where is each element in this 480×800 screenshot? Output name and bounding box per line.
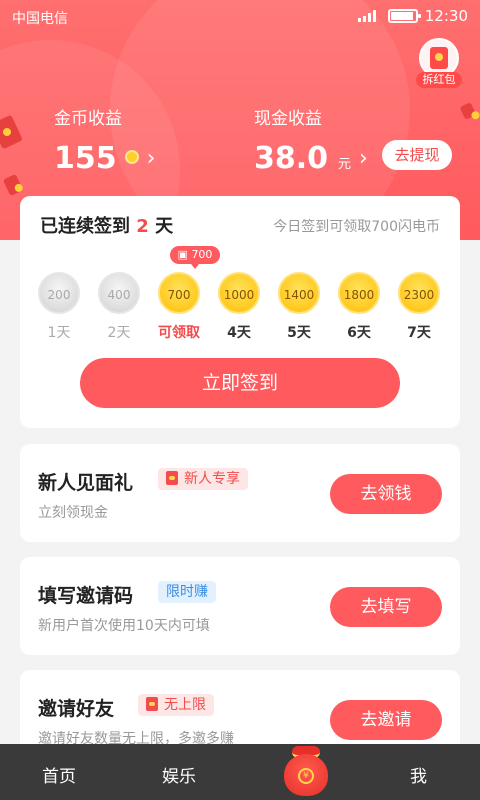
carrier-label: 中国电信 [12, 11, 68, 27]
coin-icon: 400 [98, 272, 140, 314]
checkin-button[interactable]: 立即签到 [80, 358, 400, 408]
bottom-tab-bar: 首页 娱乐 ¥ 我 [0, 744, 480, 800]
signin-day-label: 7天 [407, 325, 431, 341]
task-newcomer-gift: 新人见面礼 新人专享 立刻领现金 去领钱 [20, 444, 460, 542]
cash-unit: 元 [338, 157, 352, 172]
coin-icon: 200 [38, 272, 80, 314]
today-reward-badge: ▣ 700 [170, 246, 220, 269]
invite-friends-button[interactable]: 去邀请 [330, 700, 442, 740]
withdraw-button[interactable]: 去提现 [382, 140, 452, 170]
chevron-right-icon: › [146, 146, 156, 171]
status-bar: 中国电信 12:30 [0, 0, 480, 34]
task-tag: 新人专享 [158, 468, 248, 490]
battery-icon [388, 9, 421, 23]
tab-entertainment[interactable]: 娱乐 [162, 762, 196, 787]
signin-suffix: 天 [155, 216, 174, 237]
red-packet-label: 拆红包 [416, 72, 462, 88]
signin-card: 已连续签到 2 天 今日签到可领取700闪电币 ▣ 700 200 1天 400… [20, 196, 460, 428]
signin-day-3[interactable]: 700 可领取 [154, 272, 204, 342]
signin-day-label: 2天 [107, 325, 131, 341]
signin-day-6: 1800 6天 [334, 272, 384, 342]
chevron-right-icon: › [359, 146, 368, 171]
signin-day-2: 400 2天 [94, 272, 144, 342]
task-tag-label: 新人专享 [184, 471, 240, 487]
cash-earnings-title: 现金收益 [254, 109, 322, 129]
coin-icon [124, 150, 139, 164]
task-subtitle: 立刻领现金 [38, 505, 108, 521]
signin-day-label: 5天 [287, 325, 311, 341]
fortune-glyph-icon: ¥ [298, 768, 314, 784]
coin-icon: 1400 [278, 272, 320, 314]
task-tag-label: 无上限 [164, 697, 206, 713]
task-title: 填写邀请码 [38, 585, 134, 607]
cash-earnings-value: 38.0 [254, 141, 329, 176]
fill-invite-code-button[interactable]: 去填写 [330, 587, 442, 627]
coin-icon: 700 [158, 272, 200, 314]
task-tag: 限时赚 [158, 581, 216, 603]
signin-day-7: 2300 7天 [394, 272, 444, 342]
red-envelope-icon [146, 697, 158, 711]
signin-day-label: 可领取 [158, 325, 200, 341]
signin-prefix: 已连续签到 [40, 216, 130, 237]
task-title: 新人见面礼 [38, 472, 134, 494]
signin-streak: 已连续签到 2 天 [40, 212, 173, 238]
task-subtitle: 新用户首次使用10天内可填 [38, 618, 210, 634]
signin-days: 2 [136, 216, 149, 237]
task-tag: 无上限 [138, 694, 214, 716]
coin-icon: 1000 [218, 272, 260, 314]
today-reward-amount: 700 [191, 248, 213, 261]
signin-day-4: 1000 4天 [214, 272, 264, 342]
coin-icon: 2300 [398, 272, 440, 314]
coin-earnings-title: 金币收益 [54, 109, 122, 129]
clock: 12:30 [424, 7, 468, 25]
signin-day-1: 200 1天 [34, 272, 84, 342]
signin-day-label: 6天 [347, 325, 371, 341]
task-invite-code: 填写邀请码 限时赚 新用户首次使用10天内可填 去填写 [20, 557, 460, 655]
signin-day-5: 1400 5天 [274, 272, 324, 342]
open-red-packet-button[interactable]: 拆红包 [414, 38, 464, 88]
coin-earnings[interactable]: 金币收益 155 › [54, 104, 155, 176]
signin-day-label: 1天 [47, 325, 71, 341]
tab-home[interactable]: 首页 [42, 762, 76, 787]
coin-icon: 1800 [338, 272, 380, 314]
cash-earnings[interactable]: 现金收益 38.0 元 › [254, 104, 368, 176]
signin-day-label: 4天 [227, 325, 251, 341]
claim-cash-button[interactable]: 去领钱 [330, 474, 442, 514]
task-title: 邀请好友 [38, 698, 115, 720]
red-envelope-decor-icon [459, 102, 477, 120]
lucky-bag-tab[interactable]: ¥ [280, 740, 332, 798]
tab-me[interactable]: 我 [410, 762, 427, 787]
red-envelope-icon [166, 471, 178, 485]
coin-earnings-value: 155 [54, 141, 117, 176]
signin-hint: 今日签到可领取700闪电币 [273, 219, 440, 235]
signal-icon [358, 10, 380, 22]
